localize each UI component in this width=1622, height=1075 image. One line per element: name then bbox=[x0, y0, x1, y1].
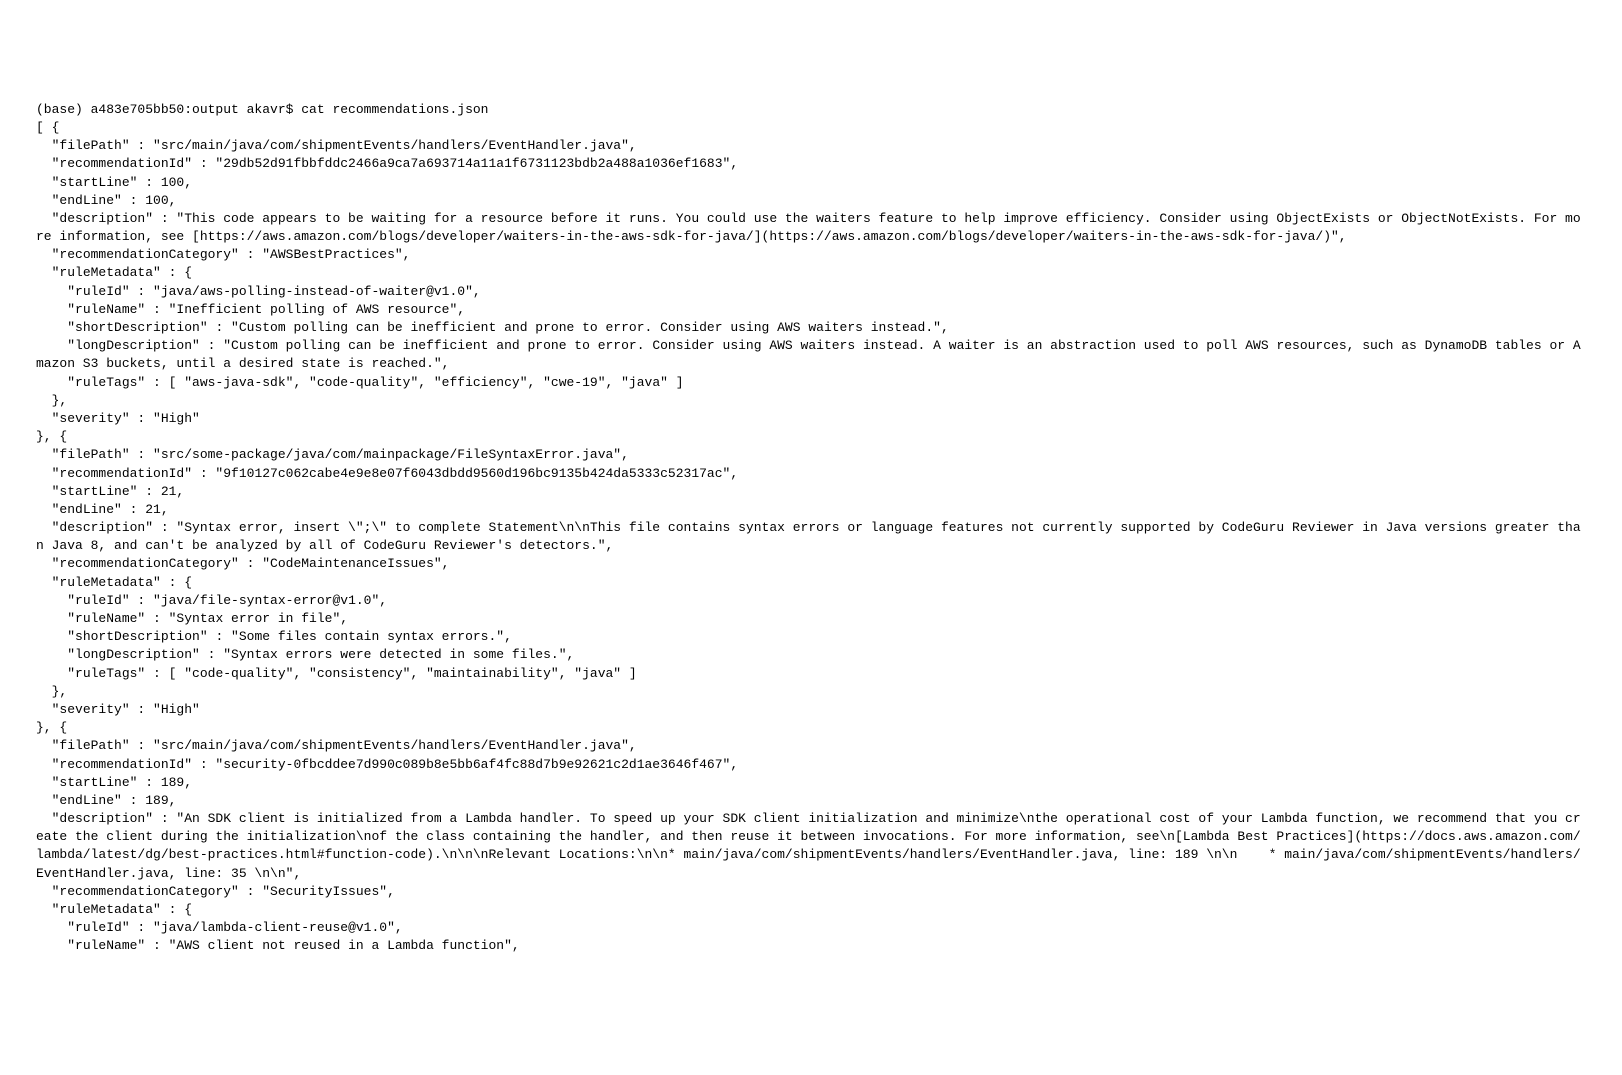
shell-prompt: (base) a483e705bb50:output akavr$ cat re… bbox=[36, 102, 488, 117]
json-output: [ { "filePath" : "src/main/java/com/ship… bbox=[36, 120, 1581, 953]
terminal-output[interactable]: (base) a483e705bb50:output akavr$ cat re… bbox=[36, 101, 1586, 956]
